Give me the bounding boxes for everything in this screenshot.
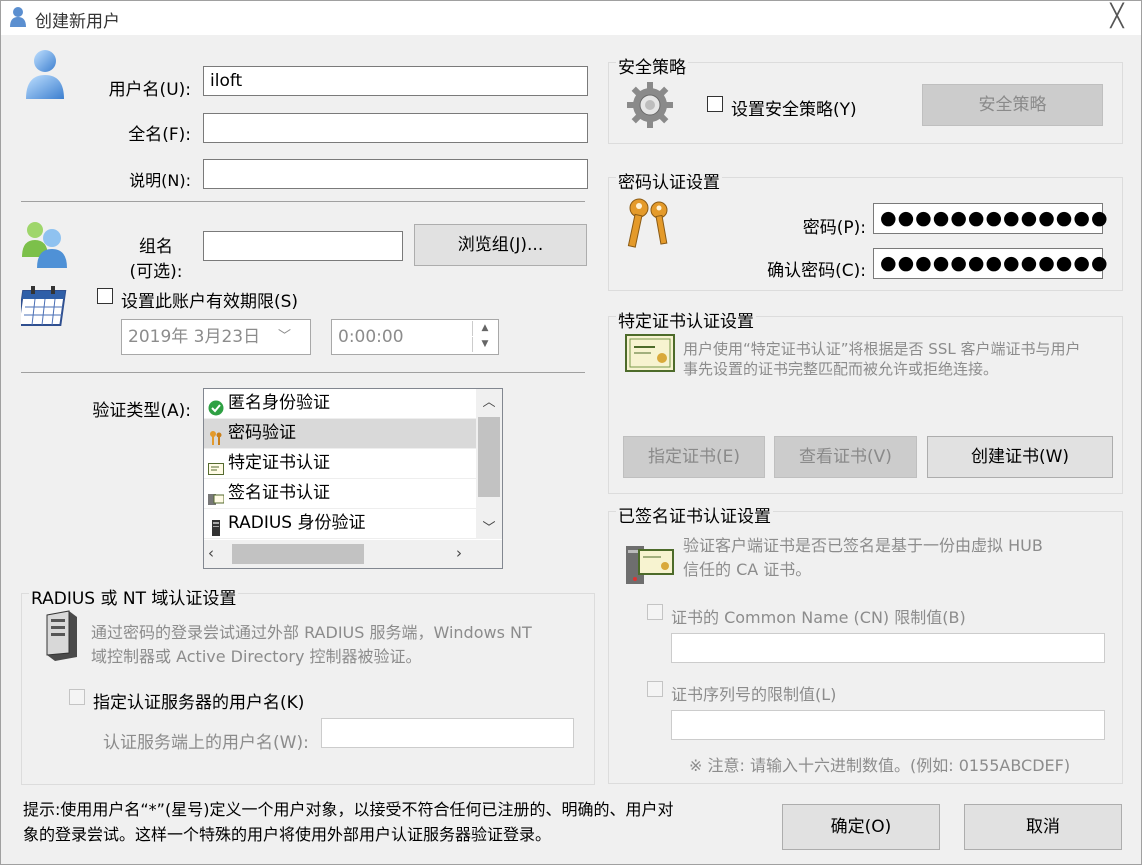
expiry-time-value: 0:00:00 bbox=[338, 327, 404, 347]
chevron-down-icon[interactable]: ﹀ bbox=[476, 517, 502, 539]
radius-username-checkbox[interactable] bbox=[69, 689, 85, 705]
security-policy-checkbox[interactable] bbox=[707, 96, 723, 112]
radius-description-line1: 通过密码的登录尝试通过外部 RADIUS 服务端，Windows NT bbox=[91, 623, 532, 642]
list-item[interactable]: 匿名身份验证 bbox=[204, 389, 476, 419]
security-policy-checkbox-label: 设置安全策略(Y) bbox=[731, 100, 857, 120]
keys-icon bbox=[208, 427, 224, 445]
expiry-date-value: 2019年 3月23日 bbox=[128, 327, 261, 347]
serial-limit-label: 证书序列号的限制值(L) bbox=[671, 685, 837, 704]
server-icon bbox=[41, 609, 81, 661]
confirm-password-label: 确认密码(C): bbox=[767, 261, 866, 281]
close-button[interactable]: ╳ bbox=[1105, 5, 1129, 29]
list-item[interactable]: 特定证书认证 bbox=[204, 449, 476, 479]
certificate-group-title: 特定证书认证设置 bbox=[616, 307, 756, 332]
list-item[interactable]: RADIUS 身份验证 bbox=[204, 509, 476, 539]
chevron-left-icon[interactable]: ‹ bbox=[208, 544, 224, 564]
time-spin-up-icon[interactable]: ▲ bbox=[472, 321, 497, 336]
password-group-title: 密码认证设置 bbox=[616, 168, 722, 193]
browse-group-button[interactable]: 浏览组(J)... bbox=[414, 224, 587, 266]
radius-username-checkbox-label: 指定认证服务器的用户名(K) bbox=[93, 693, 305, 713]
users-group-icon bbox=[21, 219, 69, 269]
certificate-icon bbox=[625, 334, 675, 372]
calendar-icon bbox=[17, 285, 69, 327]
serial-limit-input[interactable] bbox=[671, 710, 1105, 740]
password-label: 密码(P): bbox=[802, 218, 866, 238]
scrollbar-thumb[interactable] bbox=[478, 417, 500, 497]
server-icon bbox=[208, 517, 224, 536]
horizontal-scrollbar[interactable]: ‹ › bbox=[204, 540, 502, 568]
group-name-input[interactable] bbox=[203, 231, 403, 261]
auth-type-listbox[interactable]: 匿名身份验证 密码验证 特定证书认证 签名证书认证 RADIUS 身份验证 ︿ bbox=[203, 388, 503, 569]
time-spin-down-icon[interactable]: ▼ bbox=[472, 337, 497, 352]
certificate-icon bbox=[208, 457, 224, 475]
create-user-dialog: 创建新用户 ╳ 用户名(U): iloft 全名(F): 说明(N): 组名 (… bbox=[0, 0, 1142, 865]
ok-button[interactable]: 确定(O) bbox=[782, 804, 940, 850]
signed-cert-icon bbox=[208, 487, 225, 505]
confirm-password-input[interactable]: ●●●●●●●●●●●●● bbox=[873, 248, 1108, 279]
group-label-optional: (可选): bbox=[129, 262, 183, 282]
cn-limit-checkbox[interactable] bbox=[647, 604, 663, 620]
scrollbar-thumb[interactable] bbox=[232, 544, 364, 564]
group-label: 组名 bbox=[139, 237, 173, 257]
cn-limit-label: 证书的 Common Name (CN) 限制值(B) bbox=[671, 608, 966, 627]
radius-server-username-input[interactable] bbox=[321, 718, 574, 748]
hex-note: ※ 注意: 请输入十六进制数值。(例如: 0155ABCDEF) bbox=[689, 756, 1071, 775]
password-input[interactable]: ●●●●●●●●●●●●● bbox=[873, 203, 1108, 234]
app-user-icon bbox=[9, 6, 27, 28]
divider bbox=[21, 201, 585, 202]
expiry-checkbox-label: 设置此账户有效期限(S) bbox=[121, 292, 299, 312]
security-policy-button[interactable]: 安全策略 bbox=[922, 84, 1103, 126]
create-certificate-button[interactable]: 创建证书(W) bbox=[927, 436, 1113, 478]
username-label: 用户名(U): bbox=[108, 80, 191, 100]
cancel-button[interactable]: 取消 bbox=[964, 804, 1122, 850]
gear-icon bbox=[625, 81, 675, 129]
divider bbox=[21, 372, 585, 373]
radius-server-username-label: 认证服务端上的用户名(W): bbox=[103, 733, 309, 753]
fullname-label: 全名(F): bbox=[128, 125, 191, 145]
cn-limit-input[interactable] bbox=[671, 633, 1105, 663]
auth-type-label: 验证类型(A): bbox=[92, 401, 191, 421]
check-circle-icon bbox=[208, 397, 224, 415]
fullname-input[interactable] bbox=[203, 113, 588, 143]
chevron-down-icon: ﹀ bbox=[278, 329, 292, 344]
title-bar bbox=[1, 1, 1141, 35]
radius-description-line2: 域控制器或 Active Directory 控制器被验证。 bbox=[91, 647, 422, 666]
hint-line1: 提示:使用用户名“*”(星号)定义一个用户对象，以接受不符合任何已注册的、明确的… bbox=[23, 800, 674, 819]
specify-certificate-button[interactable]: 指定证书(E) bbox=[623, 436, 765, 478]
list-item[interactable]: 密码验证 bbox=[204, 419, 476, 449]
signed-cert-icon bbox=[625, 544, 677, 586]
expiry-checkbox[interactable] bbox=[97, 288, 113, 304]
vertical-scrollbar[interactable]: ︿ ﹀ bbox=[476, 389, 502, 539]
certificate-description-line2: 事先设置的证书完整匹配而被允许或拒绝连接。 bbox=[683, 360, 999, 378]
signed-certificate-group-title: 已签名证书认证设置 bbox=[616, 502, 773, 527]
list-item[interactable]: 签名证书认证 bbox=[204, 479, 476, 509]
chevron-up-icon[interactable]: ︿ bbox=[476, 391, 502, 413]
keys-icon bbox=[625, 196, 675, 250]
chevron-right-icon[interactable]: › bbox=[456, 544, 472, 564]
signed-certificate-description-line2: 信任的 CA 证书。 bbox=[683, 560, 812, 579]
window-title: 创建新用户 bbox=[35, 12, 120, 32]
serial-limit-checkbox[interactable] bbox=[647, 681, 663, 697]
security-policy-group-title: 安全策略 bbox=[616, 53, 688, 78]
expiry-date-picker[interactable]: 2019年 3月23日 ﹀ bbox=[121, 319, 311, 355]
certificate-description-line1: 用户使用“特定证书认证”将根据是否 SSL 客户端证书与用户 bbox=[683, 340, 1081, 358]
radius-group-title: RADIUS 或 NT 域认证设置 bbox=[29, 584, 239, 609]
hint-line2: 象的登录尝试。这样一个特殊的用户将使用外部用户认证服务器验证登录。 bbox=[23, 825, 552, 844]
user-icon bbox=[23, 47, 67, 101]
description-label: 说明(N): bbox=[129, 171, 191, 190]
description-input[interactable] bbox=[203, 159, 588, 189]
username-input[interactable]: iloft bbox=[203, 66, 588, 96]
signed-certificate-description-line1: 验证客户端证书是否已签名是基于一份由虚拟 HUB bbox=[683, 536, 1043, 555]
view-certificate-button[interactable]: 查看证书(V) bbox=[774, 436, 917, 478]
